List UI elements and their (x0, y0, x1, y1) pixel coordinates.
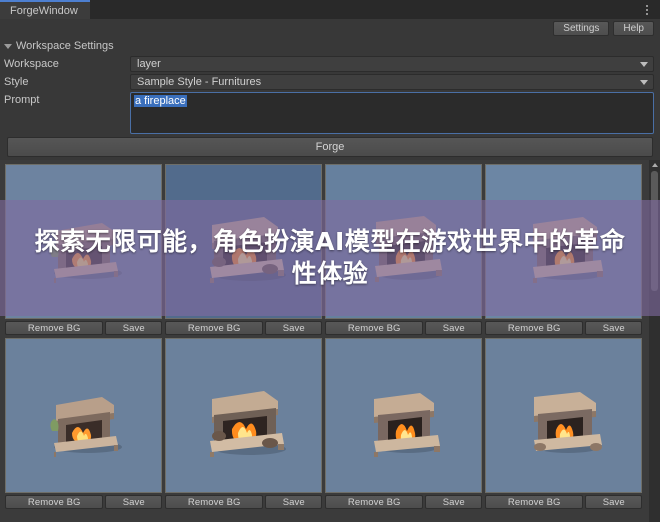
result-cell: Remove BG Save (5, 338, 162, 512)
fireplace-artwork-icon (533, 391, 602, 453)
result-actions: Remove BG Save (485, 321, 642, 335)
kebab-dot (646, 8, 648, 11)
kebab-dot (646, 4, 648, 7)
remove-bg-button[interactable]: Remove BG (485, 495, 584, 509)
remove-bg-button[interactable]: Remove BG (5, 321, 104, 335)
save-button[interactable]: Save (265, 495, 322, 509)
result-thumbnail[interactable] (485, 164, 642, 319)
forge-button[interactable]: Forge (7, 137, 653, 157)
results-row: Remove BG Save Remove BG Save Remove BG … (0, 338, 648, 512)
prompt-field: a fireplace (130, 92, 654, 134)
save-button[interactable]: Save (585, 495, 642, 509)
fireplace-artwork-icon (209, 216, 286, 283)
style-field-label: Style (4, 76, 29, 88)
prompt-input-value: a fireplace (134, 95, 187, 107)
prompt-input[interactable]: a fireplace (130, 92, 654, 134)
results-grid: Remove BG Save Remove BG Save Remove BG … (0, 160, 660, 522)
result-cell: Remove BG Save (485, 338, 642, 512)
result-cell: Remove BG Save (485, 164, 642, 338)
fireplace-artwork-icon (373, 392, 440, 457)
result-actions: Remove BG Save (325, 495, 482, 509)
workspace-dropdown[interactable]: layer (130, 56, 654, 72)
fireplace-artwork-icon (49, 396, 122, 457)
chevron-down-icon (640, 80, 648, 85)
save-button[interactable]: Save (425, 495, 482, 509)
style-field: Sample Style - Furnitures (130, 74, 654, 90)
result-cell: Remove BG Save (165, 338, 322, 512)
result-cell: Remove BG Save (5, 164, 162, 338)
triangle-down-icon (4, 43, 12, 49)
prompt-field-label: Prompt (4, 94, 40, 106)
save-button[interactable]: Save (105, 321, 162, 335)
style-dropdown-value: Sample Style - Furnitures (137, 76, 262, 88)
fireplace-artwork-icon (49, 222, 122, 283)
kebab-dot (646, 12, 648, 15)
chevron-down-icon (640, 62, 648, 67)
scrollbar-thumb[interactable] (651, 171, 658, 291)
results-scrollbar[interactable] (649, 160, 660, 522)
result-thumbnail[interactable] (165, 164, 322, 319)
tab-bar-spacer (90, 0, 638, 19)
result-actions: Remove BG Save (325, 321, 482, 335)
remove-bg-button[interactable]: Remove BG (5, 495, 104, 509)
forge-window: ForgeWindow Settings Help Workspace Sett… (0, 0, 660, 522)
workspace-settings-label: Workspace Settings (16, 40, 114, 52)
result-cell: Remove BG Save (325, 338, 482, 512)
result-cell: Remove BG Save (325, 164, 482, 338)
forge-button-container: Forge (0, 134, 660, 160)
result-thumbnail[interactable] (485, 338, 642, 493)
save-button[interactable]: Save (585, 321, 642, 335)
prompt-row: Prompt a fireplace (0, 92, 660, 136)
save-button[interactable]: Save (425, 321, 482, 335)
fireplace-artwork-icon (532, 216, 603, 283)
result-thumbnail[interactable] (165, 338, 322, 493)
tab-label: ForgeWindow (10, 4, 78, 17)
result-actions: Remove BG Save (5, 321, 162, 335)
scroll-up-arrow-icon[interactable] (649, 160, 660, 170)
result-thumbnail[interactable] (5, 338, 162, 493)
fireplace-artwork-icon (374, 215, 442, 282)
remove-bg-button[interactable]: Remove BG (325, 321, 424, 335)
window-tab-bar: ForgeWindow (0, 0, 660, 19)
result-thumbnail[interactable] (325, 164, 482, 319)
save-button[interactable]: Save (105, 495, 162, 509)
kebab-menu-icon[interactable] (638, 0, 656, 19)
result-thumbnail[interactable] (325, 338, 482, 493)
settings-button[interactable]: Settings (553, 21, 610, 36)
workspace-dropdown-value: layer (137, 58, 161, 70)
result-actions: Remove BG Save (485, 495, 642, 509)
workspace-settings-panel: Workspace Settings Workspace layer Style… (0, 38, 660, 134)
remove-bg-button[interactable]: Remove BG (165, 321, 264, 335)
result-actions: Remove BG Save (5, 495, 162, 509)
style-dropdown[interactable]: Sample Style - Furnitures (130, 74, 654, 90)
workspace-field: layer (130, 56, 654, 72)
result-actions: Remove BG Save (165, 321, 322, 335)
result-actions: Remove BG Save (165, 495, 322, 509)
save-button[interactable]: Save (265, 321, 322, 335)
tab-forge-window[interactable]: ForgeWindow (0, 0, 90, 19)
results-row: Remove BG Save Remove BG Save Remove BG … (0, 160, 648, 338)
workspace-field-label: Workspace (4, 58, 59, 70)
workspace-row: Workspace layer (0, 56, 660, 72)
result-thumbnail[interactable] (5, 164, 162, 319)
header-toolbar: Settings Help (0, 19, 660, 38)
style-row: Style Sample Style - Furnitures (0, 74, 660, 90)
remove-bg-button[interactable]: Remove BG (485, 321, 584, 335)
workspace-settings-foldout[interactable]: Workspace Settings (0, 38, 660, 54)
fireplace-artwork-icon (209, 390, 286, 457)
help-button[interactable]: Help (613, 21, 654, 36)
result-cell: Remove BG Save (165, 164, 322, 338)
remove-bg-button[interactable]: Remove BG (165, 495, 264, 509)
remove-bg-button[interactable]: Remove BG (325, 495, 424, 509)
